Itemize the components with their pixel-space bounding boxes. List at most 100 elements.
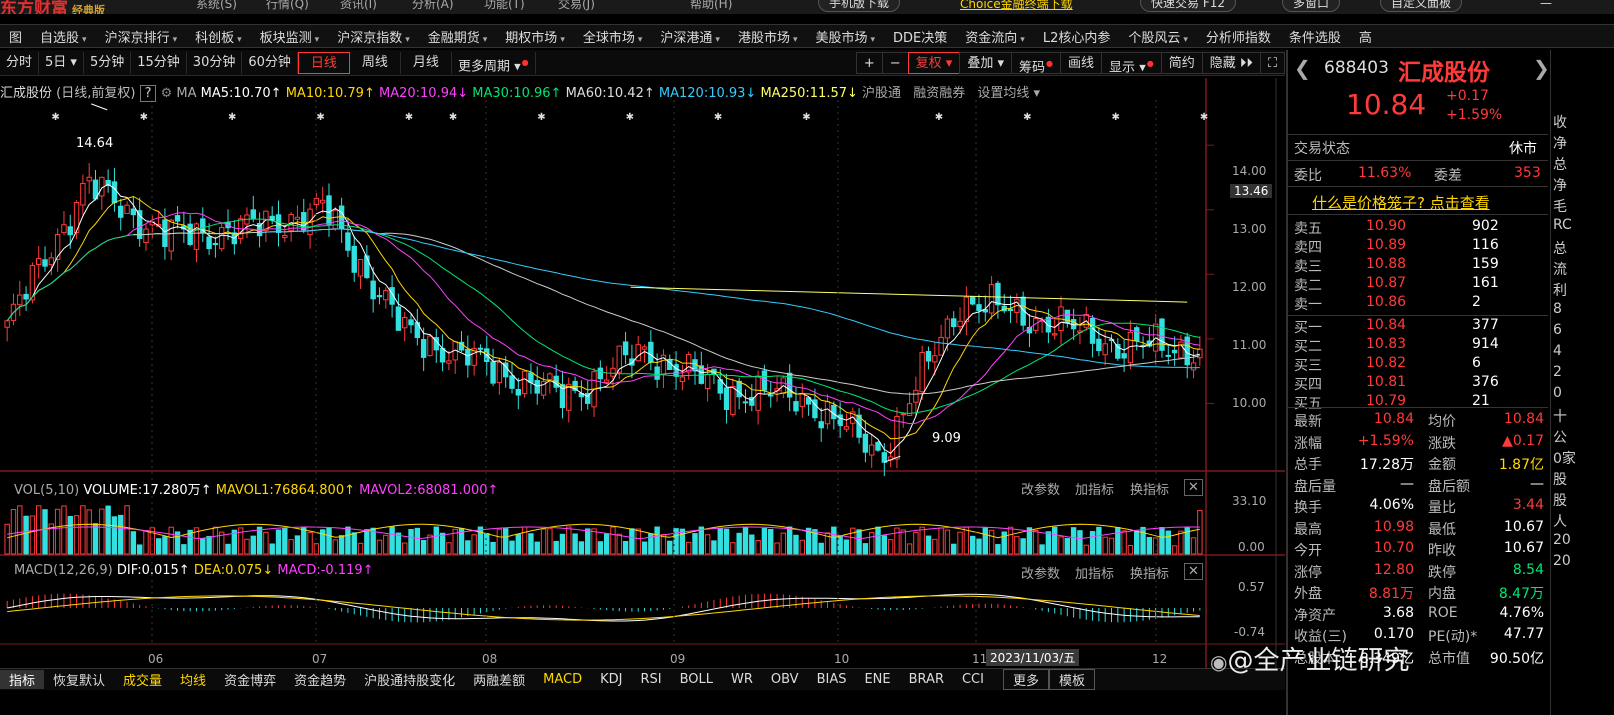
- nav-item[interactable]: 条件选股: [1280, 27, 1350, 46]
- event-marker[interactable]: ✱: [51, 112, 59, 123]
- period-monthly[interactable]: 月线: [401, 51, 452, 74]
- vol-close-icon[interactable]: ✕: [1184, 479, 1203, 496]
- menu-analysis[interactable]: 分析(A): [412, 0, 454, 12]
- minimize-icon[interactable]: —: [1540, 0, 1552, 10]
- menu-quotes[interactable]: 行情(Q): [266, 0, 309, 12]
- period-60min[interactable]: 60分钟: [242, 51, 298, 74]
- settings-gear-icon[interactable]: ⚙: [161, 86, 173, 101]
- bid-level-row[interactable]: 买二 10.83 914: [1294, 336, 1544, 356]
- macd-change-params-button[interactable]: 改参数: [1021, 563, 1060, 582]
- menu-system[interactable]: 系统(S): [196, 0, 237, 12]
- period-more[interactable]: 更多周期 ▾: [452, 51, 536, 74]
- indicator-tab[interactable]: BIAS: [808, 672, 856, 687]
- nav-item[interactable]: 全球市场: [574, 27, 652, 46]
- display-button[interactable]: 显示 ▾: [1101, 51, 1162, 75]
- period-daily[interactable]: 日线: [297, 51, 350, 74]
- macd-switch-indicator-button[interactable]: 换指标: [1130, 563, 1169, 582]
- nav-item[interactable]: 板块监测: [251, 27, 329, 46]
- indicator-tab[interactable]: 沪股通持股变化: [355, 670, 464, 689]
- vol-add-indicator-button[interactable]: 加指标: [1075, 479, 1114, 498]
- nav-item[interactable]: 美股市场: [806, 27, 884, 46]
- chips-button[interactable]: 筹码: [1011, 51, 1062, 75]
- bid-level-row[interactable]: 买五 10.79 21: [1294, 393, 1544, 413]
- overlay-button[interactable]: 叠加 ▾: [959, 51, 1013, 74]
- quick-trade-button[interactable]: 快速交易 F12: [1140, 0, 1236, 12]
- ask-level-row[interactable]: 卖四 10.89 116: [1294, 237, 1544, 257]
- bid-level-row[interactable]: 买三 10.82 6: [1294, 355, 1544, 375]
- event-marker[interactable]: ✱: [537, 112, 545, 123]
- nav-item[interactable]: 个股风云: [1119, 27, 1197, 46]
- nav-item[interactable]: 图: [0, 27, 31, 46]
- nav-item[interactable]: 高: [1350, 27, 1381, 46]
- event-marker[interactable]: ✱: [405, 112, 413, 123]
- mobile-download-button[interactable]: 手机版下载: [818, 0, 901, 12]
- nav-item[interactable]: 港股市场: [729, 27, 807, 46]
- indicator-tab[interactable]: 模板: [1049, 669, 1096, 690]
- ask-level-row[interactable]: 卖五 10.90 902: [1294, 218, 1544, 238]
- event-marker[interactable]: ✱: [802, 112, 810, 123]
- indicator-tab[interactable]: OBV: [762, 672, 808, 687]
- indicator-tab[interactable]: BRAR: [900, 672, 953, 687]
- indicator-tab[interactable]: MACD: [534, 672, 591, 687]
- event-marker[interactable]: ✱: [316, 112, 324, 123]
- event-marker[interactable]: ✱: [228, 112, 236, 123]
- zoom-in-button[interactable]: +: [855, 51, 883, 74]
- event-marker[interactable]: ✱: [1111, 112, 1119, 123]
- draw-line-button[interactable]: 画线: [1060, 51, 1103, 74]
- indicator-tab[interactable]: 成交量: [114, 670, 171, 689]
- set-ma-button[interactable]: 设置均线 ▾: [977, 86, 1040, 101]
- event-marker[interactable]: ✱: [140, 112, 148, 123]
- indicator-tab[interactable]: WR: [722, 672, 762, 687]
- macd-add-indicator-button[interactable]: 加指标: [1075, 563, 1114, 582]
- menu-help[interactable]: 帮助(H): [690, 0, 732, 12]
- indicator-tab[interactable]: BOLL: [671, 672, 722, 687]
- indicator-tab[interactable]: 均线: [171, 670, 215, 689]
- event-marker[interactable]: ✱: [449, 112, 457, 123]
- simple-mode-button[interactable]: 简约: [1160, 51, 1203, 74]
- fullscreen-icon[interactable]: ⛶: [1259, 51, 1285, 74]
- indicator-tab[interactable]: ENE: [855, 672, 899, 687]
- indicator-tab[interactable]: CCI: [953, 672, 993, 687]
- indicator-tab[interactable]: KDJ: [591, 672, 631, 687]
- nav-item[interactable]: DDE决策: [884, 27, 956, 46]
- menu-data[interactable]: 功能(T): [484, 0, 525, 12]
- period-weekly[interactable]: 周线: [350, 51, 401, 74]
- vol-change-params-button[interactable]: 改参数: [1021, 479, 1060, 498]
- vol-switch-indicator-button[interactable]: 换指标: [1130, 479, 1169, 498]
- event-marker[interactable]: ✱: [626, 112, 634, 123]
- nav-item[interactable]: 分析师指数: [1197, 27, 1280, 46]
- custom-panel-button[interactable]: 自定义面板: [1380, 0, 1463, 12]
- event-marker[interactable]: ✱: [1200, 112, 1208, 123]
- indicator-tab[interactable]: RSI: [631, 672, 670, 687]
- nav-item[interactable]: 沪深京指数: [328, 27, 419, 46]
- nav-item[interactable]: 自选股: [31, 27, 96, 46]
- indicator-tab[interactable]: 指标: [0, 670, 45, 689]
- ask-level-row[interactable]: 卖一 10.86 2: [1294, 294, 1544, 314]
- nav-item[interactable]: L2核心内参: [1034, 27, 1120, 46]
- indicator-tab[interactable]: 资金趋势: [285, 670, 355, 689]
- bid-level-row[interactable]: 买一 10.84 377: [1294, 317, 1544, 337]
- event-marker[interactable]: ✱: [935, 112, 943, 123]
- bid-level-row[interactable]: 买四 10.81 376: [1294, 374, 1544, 394]
- period-15min[interactable]: 15分钟: [131, 51, 187, 74]
- prev-stock-icon[interactable]: ❮: [1294, 56, 1311, 80]
- period-5min[interactable]: 5分钟: [84, 51, 132, 74]
- period-5day[interactable]: 5日 ▾: [39, 51, 84, 74]
- kline-chart-area[interactable]: ✱ ✱ ✱ ✱ ✱ ✱ ✱ ✱ ✱ ✱ ✱ ✱ ✱ ✱ 汇成股份 (日线,前复权) ? ⚙ MA MA5:…: [0, 78, 1285, 668]
- margin-link[interactable]: 融资融券: [913, 86, 965, 101]
- next-stock-icon[interactable]: ❯: [1533, 56, 1550, 80]
- menu-functions[interactable]: 交易(J): [558, 0, 595, 12]
- nav-item[interactable]: 期权市场: [496, 27, 574, 46]
- nav-item[interactable]: 沪深京排行: [96, 27, 187, 46]
- event-marker[interactable]: ✱: [714, 112, 722, 123]
- hgt-link[interactable]: 沪股通: [862, 86, 901, 101]
- macd-close-icon[interactable]: ✕: [1184, 563, 1203, 580]
- multi-window-button[interactable]: 多窗口: [1282, 0, 1341, 12]
- nav-item[interactable]: 金融期货: [419, 27, 497, 46]
- zoom-out-button[interactable]: −: [881, 51, 909, 74]
- indicator-tab[interactable]: 两融差额: [464, 670, 534, 689]
- indicator-tab[interactable]: 更多: [1002, 669, 1049, 690]
- event-marker[interactable]: ✱: [1023, 112, 1031, 123]
- help-icon[interactable]: ?: [139, 85, 157, 102]
- price-cage-link[interactable]: 什么是价格笼子? 点击查看: [1312, 192, 1490, 213]
